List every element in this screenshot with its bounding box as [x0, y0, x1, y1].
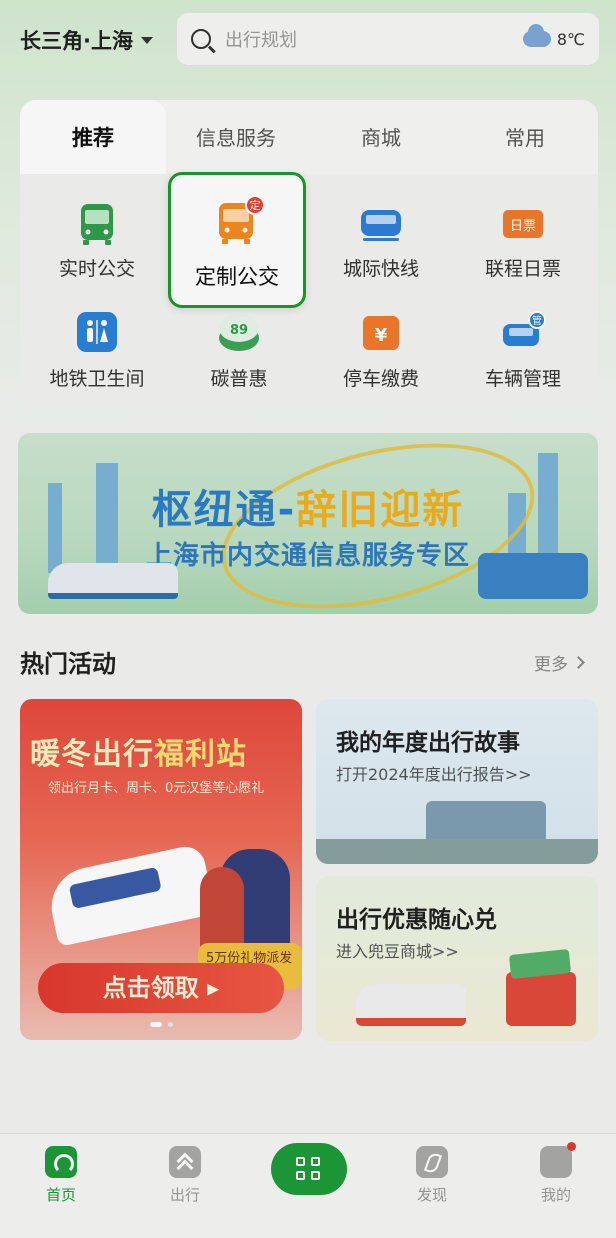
- restroom-icon: [77, 312, 117, 352]
- service-label: 定制公交: [195, 265, 279, 289]
- activity-card-annual-story[interactable]: 我的年度出行故事 打开2024年度出行报告>>: [316, 699, 598, 864]
- service-label: 实时公交: [58, 258, 135, 280]
- search-icon: [191, 29, 211, 49]
- carbon-badge: 89: [230, 323, 248, 338]
- vehicle-badge: 管: [532, 314, 542, 327]
- service-day-ticket[interactable]: 日票 联程日票: [450, 200, 596, 304]
- profile-icon: [540, 1142, 576, 1178]
- cloud-icon: [522, 24, 551, 47]
- service-carbon-benefit[interactable]: 89 碳普惠: [166, 310, 312, 414]
- custom-bus-icon: 定: [219, 195, 265, 244]
- tab-recommend[interactable]: 推荐: [20, 122, 166, 154]
- more-link[interactable]: 更多: [534, 650, 585, 675]
- service-intercity-express[interactable]: 城际快线: [308, 200, 454, 304]
- service-label: 碳普惠: [210, 368, 268, 390]
- weather-temperature: 8℃: [556, 29, 585, 49]
- notification-dot: [567, 1142, 576, 1151]
- service-metro-restroom[interactable]: 地铁卫生间: [24, 310, 170, 414]
- custom-bus-badge: 定: [250, 198, 261, 212]
- parking-fee-icon: ¥: [363, 316, 399, 350]
- service-label: 车辆管理: [484, 368, 561, 390]
- search-bar[interactable]: 出行规划 8℃: [176, 12, 600, 66]
- caret-down-icon: [140, 36, 153, 44]
- tab-discover[interactable]: 发现: [387, 1146, 477, 1205]
- activity-title-part1: 暖冬出行: [30, 737, 154, 772]
- tab-home[interactable]: 首页: [16, 1146, 106, 1205]
- svg-text:¥: ¥: [375, 325, 388, 346]
- carousel-dot: [167, 1022, 173, 1027]
- activity-title-part2: 福利站: [154, 737, 247, 772]
- section-title-hot-activities: 热门活动: [20, 650, 116, 678]
- discover-icon: [416, 1146, 448, 1178]
- banner-title-part1: 枢纽通-: [151, 487, 297, 533]
- tab-frequent[interactable]: 常用: [452, 122, 598, 154]
- trip-icon: [169, 1146, 201, 1178]
- city-label: 长三角·上海: [20, 29, 133, 53]
- tab-label: 首页: [45, 1186, 76, 1204]
- qr-code-icon: [296, 1171, 305, 1180]
- service-label: 城际快线: [342, 258, 419, 280]
- activity-card-rewards-mall[interactable]: 出行优惠随心兑 进入兜豆商城>>: [316, 876, 598, 1041]
- banner-title-part2: 辞旧迎新: [296, 487, 465, 533]
- train-illustration: [356, 984, 466, 1026]
- train-illustration: [44, 843, 216, 947]
- tab-mall[interactable]: 商城: [308, 122, 454, 154]
- promo-banner[interactable]: 枢纽通-辞旧迎新 上海市内交通信息服务专区: [18, 433, 598, 614]
- bus-icon: [81, 204, 113, 245]
- vehicle-manage-icon: 管: [503, 311, 546, 346]
- city-selector[interactable]: 长三角·上海: [20, 24, 153, 56]
- road-illustration: [316, 839, 598, 864]
- weather-widget[interactable]: 8℃: [522, 24, 585, 49]
- activity-title: 我的年度出行故事: [336, 730, 520, 756]
- activity-subtitle: 领出行月卡、周卡、0元汉堡等心愿礼: [48, 781, 265, 796]
- service-label: 停车缴费: [342, 368, 419, 390]
- service-vehicle-management[interactable]: 管 车辆管理: [450, 310, 596, 414]
- tab-info-service[interactable]: 信息服务: [163, 122, 309, 154]
- carousel-indicator: [20, 1022, 302, 1030]
- activity-title: 出行优惠随心兑: [336, 907, 497, 933]
- service-custom-bus[interactable]: 定 定制公交: [168, 172, 306, 308]
- service-label: 地铁卫生间: [49, 368, 145, 390]
- activity-title: 暖冬出行福利站: [30, 729, 300, 773]
- tab-label: 我的: [540, 1186, 571, 1204]
- chevron-right-icon: [572, 656, 585, 669]
- tab-label: 出行: [169, 1186, 200, 1204]
- service-label: 联程日票: [484, 258, 561, 280]
- carbon-icon: 89: [219, 314, 259, 351]
- activity-subtitle: 打开2024年度出行报告>>: [336, 765, 532, 784]
- service-parking-fee[interactable]: ¥ 停车缴费: [308, 310, 454, 414]
- tab-label: 发现: [416, 1186, 447, 1204]
- qr-code-icon: [311, 1157, 320, 1166]
- activity-subtitle: 进入兜豆商城>>: [336, 942, 459, 961]
- home-icon: [45, 1146, 77, 1178]
- banner-title: 枢纽通-辞旧迎新: [18, 477, 598, 535]
- day-ticket-icon: 日票: [503, 210, 543, 238]
- carousel-dot-active: [149, 1022, 162, 1027]
- tab-mine[interactable]: 我的: [511, 1142, 601, 1205]
- train-illustration: [48, 563, 178, 599]
- claim-button[interactable]: 点击领取 ▸: [38, 963, 284, 1013]
- service-panel: 推荐 信息服务 商城 常用 实时公交 城际快线 日票 联程日票 地铁卫生间 89…: [20, 100, 598, 410]
- tab-trip[interactable]: 出行: [140, 1146, 230, 1205]
- more-label: 更多: [534, 655, 568, 675]
- qr-code-icon: [311, 1171, 320, 1180]
- day-ticket-badge: 日票: [510, 219, 536, 234]
- bus-illustration: [478, 553, 588, 599]
- qr-code-button[interactable]: [271, 1143, 347, 1195]
- activity-card-winter-welfare[interactable]: 暖冬出行福利站 领出行月卡、周卡、0元汉堡等心愿礼 5万份礼物派发中 点击领取 …: [20, 699, 302, 1040]
- qr-code-icon: [296, 1157, 305, 1166]
- gift-box-illustration: [506, 972, 576, 1026]
- service-tabs: 推荐 信息服务 商城 常用: [20, 100, 598, 174]
- service-realtime-bus[interactable]: 实时公交: [24, 200, 170, 304]
- search-placeholder: 出行规划: [225, 30, 297, 51]
- intercity-train-icon: [361, 210, 401, 241]
